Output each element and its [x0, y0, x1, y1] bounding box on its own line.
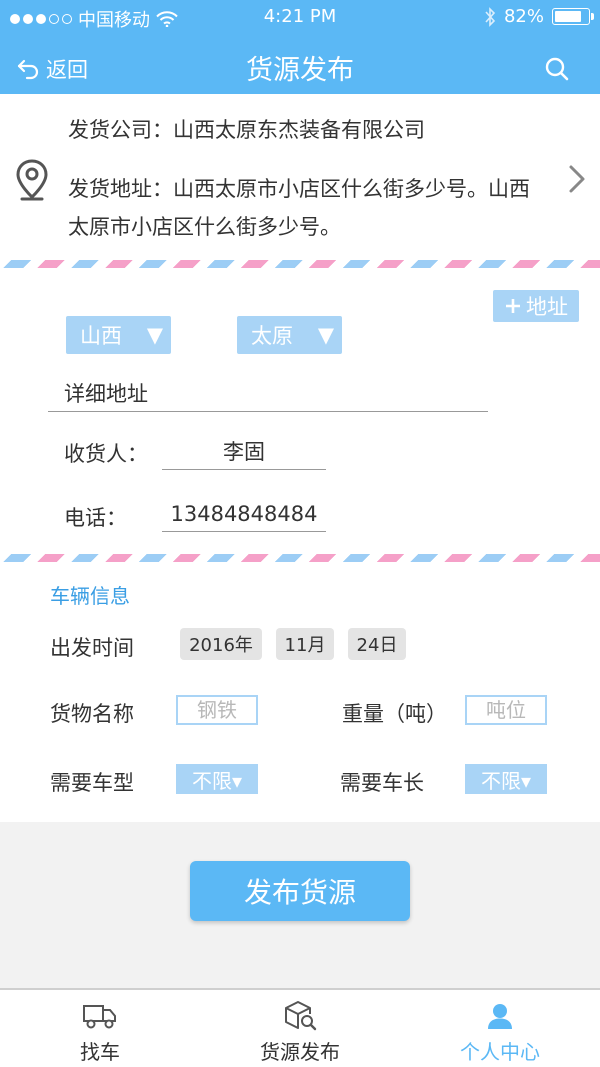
airmail-stripe-divider	[0, 554, 600, 562]
weight-label: 重量（吨）	[342, 702, 447, 726]
tab-bar: 找车 货源发布 个人中心	[0, 988, 600, 1067]
tab-find-vehicle[interactable]: 找车	[0, 990, 200, 1067]
status-right: 82%	[484, 6, 594, 27]
tab-label: 找车	[80, 1040, 120, 1064]
truck-icon	[83, 1005, 116, 1029]
phone-input[interactable]: 13484848484	[162, 498, 326, 532]
tab-label: 个人中心	[460, 1040, 540, 1064]
vehicle-length-select[interactable]: 不限▾	[465, 764, 547, 794]
tab-label: 货源发布	[260, 1040, 340, 1064]
package-search-icon	[285, 1001, 317, 1031]
departure-time-label: 出发时间	[50, 636, 134, 660]
add-address-button[interactable]: 地址	[493, 290, 579, 322]
vehicle-info-section: 车辆信息 出发时间 2016年 11月 24日 货物名称 钢铁 重量（吨） 吨位…	[0, 562, 600, 822]
goods-name-label: 货物名称	[50, 702, 134, 726]
section-title: 车辆信息	[50, 584, 130, 608]
receiver-info-section: 地址 山西 ▼ 太原 ▼ 详细地址 收货人： 李固 电话： 1348484848…	[0, 268, 600, 554]
status-bar: 中国移动 4:21 PM 82%	[0, 0, 600, 34]
city-select[interactable]: 太原 ▼	[237, 316, 342, 354]
province-select[interactable]: 山西 ▼	[66, 316, 171, 354]
user-icon	[488, 1004, 512, 1029]
battery-percent: 82%	[503, 6, 544, 27]
year-picker[interactable]: 2016年	[180, 628, 262, 660]
plus-icon	[506, 299, 520, 313]
sender-company-value: 山西太原东杰装备有限公司	[173, 118, 425, 142]
weight-input[interactable]: 吨位	[465, 695, 547, 725]
location-pin-icon	[16, 159, 48, 201]
dropdown-arrow-icon: ▼	[317, 323, 334, 347]
header: 中国移动 4:21 PM 82% 返回 货源发布	[0, 0, 600, 94]
page-title: 货源发布	[246, 55, 354, 86]
phone-label: 电话：	[64, 506, 127, 530]
detail-address-input[interactable]: 详细地址	[48, 376, 488, 412]
publish-cargo-button[interactable]: 发布货源	[190, 861, 410, 921]
back-label: 返回	[46, 58, 88, 82]
day-picker[interactable]: 24日	[348, 628, 406, 660]
sender-address: 发货地址：山西太原市小店区什么街多少号。山西太原市小店区什么街多少号。	[68, 170, 548, 246]
battery-icon	[552, 8, 594, 25]
search-icon[interactable]	[544, 56, 570, 82]
bluetooth-icon	[485, 6, 496, 27]
goods-name-input[interactable]: 钢铁	[176, 695, 258, 725]
city-value: 太原	[251, 324, 293, 348]
month-picker[interactable]: 11月	[276, 628, 334, 660]
back-arrow-icon	[17, 59, 39, 80]
back-button[interactable]: 返回	[16, 54, 88, 84]
consignee-input[interactable]: 李固	[162, 436, 326, 470]
chevron-right-icon[interactable]	[568, 164, 586, 194]
airmail-stripe-divider	[0, 260, 600, 268]
dropdown-arrow-icon: ▼	[146, 323, 163, 347]
sender-company: 发货公司：山西太原东杰装备有限公司	[68, 114, 425, 144]
vehicle-type-label: 需要车型	[50, 771, 134, 795]
sender-address-label: 发货地址：	[68, 177, 173, 201]
tab-personal-center[interactable]: 个人中心	[400, 990, 600, 1067]
nav-bar: 返回 货源发布	[0, 34, 600, 94]
province-value: 山西	[80, 324, 122, 348]
add-address-label: 地址	[526, 295, 568, 319]
tab-cargo-publish[interactable]: 货源发布	[200, 990, 400, 1067]
sender-company-label: 发货公司：	[68, 118, 173, 142]
battery-fill	[555, 11, 582, 22]
consignee-label: 收货人：	[64, 442, 148, 466]
vehicle-type-select[interactable]: 不限▾	[176, 764, 258, 794]
vehicle-length-label: 需要车长	[340, 771, 424, 795]
sender-info-card[interactable]: 发货公司：山西太原东杰装备有限公司 发货地址：山西太原市小店区什么街多少号。山西…	[0, 94, 600, 260]
